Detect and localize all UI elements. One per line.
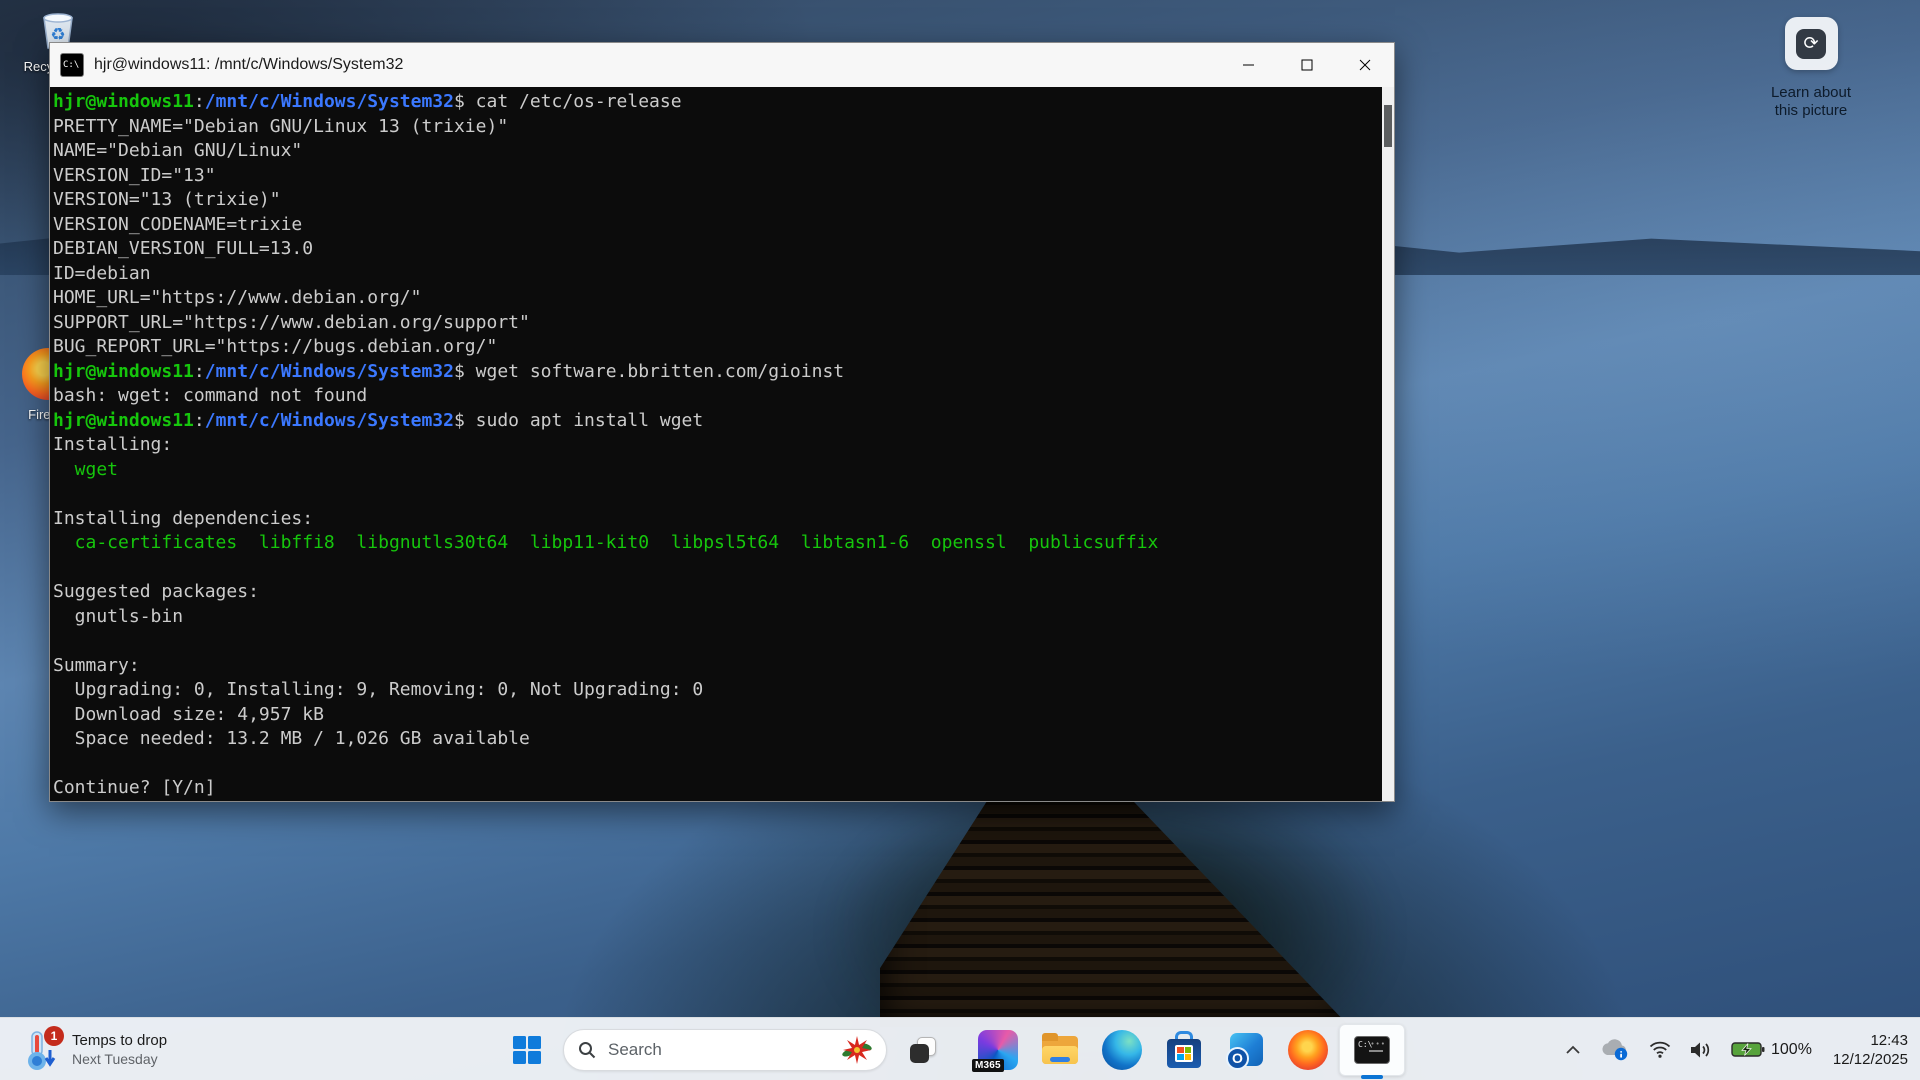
windows-logo-icon [513, 1035, 541, 1064]
m365-badge: M365 [972, 1058, 1004, 1072]
terminal-line: hjr@windows11:/mnt/c/Windows/System32$ s… [53, 409, 704, 431]
terminal-line: HOME_URL="https://www.debian.org/" [53, 287, 422, 308]
terminal-line: Upgrading: 0, Installing: 9, Removing: 0… [53, 679, 704, 700]
battery-charging-icon [1731, 1042, 1765, 1057]
outlook-icon: O [1226, 1030, 1266, 1070]
taskbar-item-terminal-active[interactable]: C:\ ••• [1339, 1023, 1405, 1079]
terminal-line: VERSION="13 (trixie)" [53, 189, 281, 210]
window-controls [1220, 43, 1394, 87]
terminal-line: DEBIAN_VERSION_FULL=13.0 [53, 238, 314, 259]
wifi-icon [1649, 1041, 1671, 1058]
terminal-app-icon: C:\ [60, 53, 84, 77]
clock-time: 12:43 [1870, 1031, 1908, 1049]
maximize-button[interactable] [1278, 43, 1336, 87]
taskbar-item-file-explorer[interactable] [1029, 1024, 1091, 1076]
terminal-line: Suggested packages: [53, 581, 259, 602]
terminal-line: wget [53, 458, 119, 480]
taskbar-item-outlook[interactable]: O [1215, 1024, 1277, 1076]
chevron-up-icon [1566, 1045, 1580, 1054]
battery-button[interactable]: 100% [1729, 1030, 1814, 1070]
terminal-output: hjr@windows11:/mnt/c/Windows/System32$ c… [53, 90, 1382, 801]
taskbar-item-m365-copilot[interactable]: M365 [967, 1024, 1029, 1076]
learn-about-picture-widget: ⟳ Learn about this picture [1746, 17, 1876, 120]
terminal-line: hjr@windows11:/mnt/c/Windows/System32$ c… [53, 91, 682, 112]
terminal-scrollbar[interactable] [1382, 87, 1394, 801]
close-icon [1359, 59, 1371, 71]
notification-badge: 1 [44, 1025, 64, 1046]
wifi-button[interactable] [1647, 1030, 1673, 1070]
terminal-line: NAME="Debian GNU/Linux" [53, 140, 303, 161]
terminal-line: gnutls-bin [53, 605, 184, 627]
taskbar-item-microsoft-store[interactable] [1153, 1024, 1215, 1076]
onedrive-cloud-icon [1602, 1038, 1628, 1060]
window-titlebar[interactable]: C:\ hjr@windows11: /mnt/c/Windows/System… [50, 43, 1394, 87]
microsoft-store-icon [1164, 1030, 1204, 1070]
search-input[interactable] [608, 1039, 842, 1060]
minimize-icon [1243, 64, 1254, 66]
battery-percent: 100% [1771, 1040, 1812, 1058]
terminal-line: VERSION_ID="13" [53, 164, 216, 186]
start-button[interactable] [503, 1024, 551, 1076]
scrollbar-thumb[interactable] [1384, 105, 1392, 147]
terminal-line: Continue? [Y/n] [53, 777, 216, 798]
firefox-icon [1288, 1029, 1328, 1070]
weather-title: Temps to drop [72, 1032, 168, 1049]
weather-subtitle: Next Tuesday [72, 1051, 158, 1067]
learn-about-picture-text: Learn about this picture [1746, 84, 1876, 120]
task-view-button[interactable] [899, 1024, 947, 1076]
taskbar-clock[interactable]: 12:43 12/12/2025 [1833, 1031, 1908, 1069]
search-icon [579, 1041, 596, 1058]
file-explorer-icon [1040, 1030, 1080, 1070]
system-tray: 100% 12:43 12/12/2025 [1563, 1018, 1908, 1080]
learn-about-line1: Learn about [1770, 84, 1852, 101]
terminal-line: Installing dependencies: [53, 507, 314, 529]
learn-about-line2: this picture [1774, 102, 1848, 119]
maximize-icon [1301, 59, 1313, 71]
edge-icon [1102, 1029, 1142, 1070]
terminal-line: hjr@windows11:/mnt/c/Windows/System32$ w… [53, 360, 845, 382]
task-view-icon [910, 1036, 936, 1063]
terminal-window: C:\ hjr@windows11: /mnt/c/Windows/System… [49, 42, 1395, 802]
taskbar-item-edge[interactable] [1091, 1024, 1153, 1076]
hidden-icons-button[interactable] [1563, 1030, 1583, 1070]
terminal-line: BUG_REPORT_URL="https://bugs.debian.org/… [53, 336, 498, 357]
speaker-icon [1691, 1042, 1710, 1057]
terminal-line: SUPPORT_URL="https://www.debian.org/supp… [53, 311, 530, 333]
terminal-line: Space needed: 13.2 MB / 1,026 GB availab… [53, 728, 530, 749]
taskbar: 1 Temps to drop Next Tuesday Search M365… [0, 1017, 1920, 1080]
close-button[interactable] [1336, 43, 1394, 87]
terminal-line: Installing: [53, 434, 173, 455]
poinsettia-flower-icon [842, 1035, 872, 1064]
running-indicator [1361, 1074, 1383, 1079]
terminal-line: ca-certificates libffi8 libgnutls30t64 l… [53, 532, 1159, 553]
minimize-button[interactable] [1220, 43, 1278, 87]
volume-button[interactable] [1688, 1030, 1714, 1070]
taskbar-center: M365 O [503, 1018, 1405, 1080]
onedrive-button[interactable] [1598, 1030, 1632, 1070]
taskbar-item-firefox[interactable] [1277, 1024, 1339, 1076]
terminal-line: Download size: 4,957 kB [53, 703, 324, 725]
weather-text: Temps to drop Next Tuesday [72, 1031, 167, 1068]
learn-about-picture-button[interactable]: ⟳ [1784, 17, 1838, 70]
terminal-line: Summary: [53, 654, 140, 676]
terminal-line: PRETTY_NAME="Debian GNU/Linux 13 (trixie… [53, 115, 509, 137]
clock-date: 12/12/2025 [1832, 1050, 1908, 1068]
terminal-line: bash: wget: command not found [53, 385, 368, 406]
terminal-line: VERSION_CODENAME=trixie [53, 213, 303, 235]
m365-copilot-icon: M365 [972, 1029, 1018, 1072]
refresh-picture-icon: ⟳ [1796, 28, 1826, 59]
search-box[interactable] [563, 1028, 887, 1071]
terminal-taskbar-icon: C:\ ••• [1354, 1035, 1390, 1064]
terminal-line: ID=debian [53, 262, 151, 284]
window-title: hjr@windows11: /mnt/c/Windows/System32 [94, 56, 404, 73]
weather-widget[interactable]: 1 Temps to drop Next Tuesday [22, 1018, 167, 1080]
terminal-content[interactable]: hjr@windows11:/mnt/c/Windows/System32$ c… [50, 87, 1382, 801]
